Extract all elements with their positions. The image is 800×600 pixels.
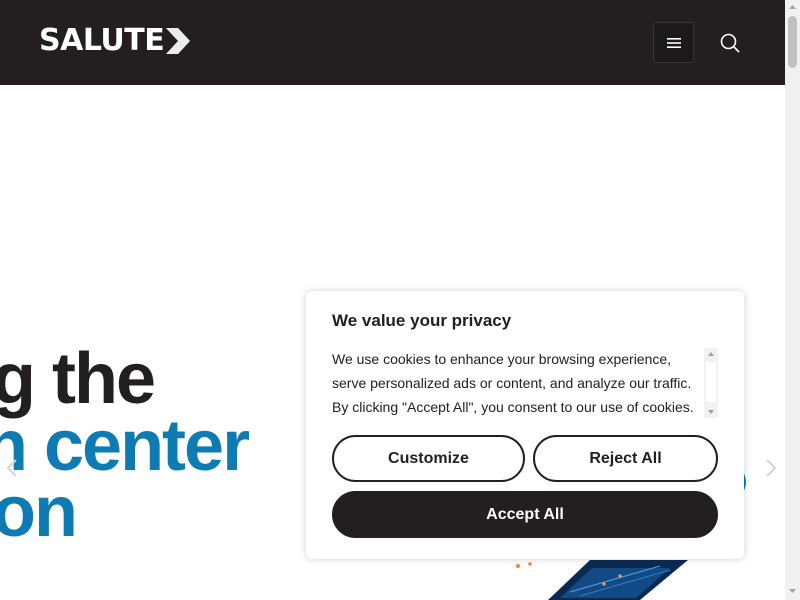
cookie-text-scrollbar[interactable] [704,348,718,418]
carousel-next-icon[interactable] [764,458,778,478]
menu-button[interactable] [653,22,694,63]
cookie-banner-title: We value your privacy [332,311,512,330]
hero-heading-line-3: on [0,472,78,552]
cookie-scroll-thumb[interactable] [706,362,716,402]
scroll-up-arrow-icon[interactable] [704,349,718,359]
page-scrollbar[interactable] [785,0,800,600]
cookie-banner-description: We use cookies to enhance your browsing … [332,351,694,415]
cookie-consent-banner: We value your privacy We use cookies to … [306,291,744,559]
reject-all-button[interactable]: Reject All [533,435,718,482]
scroll-up-icon[interactable] [788,3,797,11]
site-header: SALUTE [0,0,785,85]
hamburger-icon [666,37,681,48]
customize-button[interactable]: Customize [332,435,525,482]
logo-text: SALUTE [39,23,165,58]
page-scroll-thumb[interactable] [788,16,797,68]
accept-all-button[interactable]: Accept All [332,491,718,538]
scroll-down-icon[interactable] [788,587,797,595]
search-icon [720,33,740,53]
search-button[interactable] [709,22,750,63]
hero-heading-line-1: g the [0,339,156,419]
logo-chevron-icon [166,28,191,54]
carousel-prev-icon[interactable] [5,458,19,478]
salute-logo[interactable]: SALUTE [39,26,192,56]
scroll-down-arrow-icon[interactable] [704,407,718,417]
